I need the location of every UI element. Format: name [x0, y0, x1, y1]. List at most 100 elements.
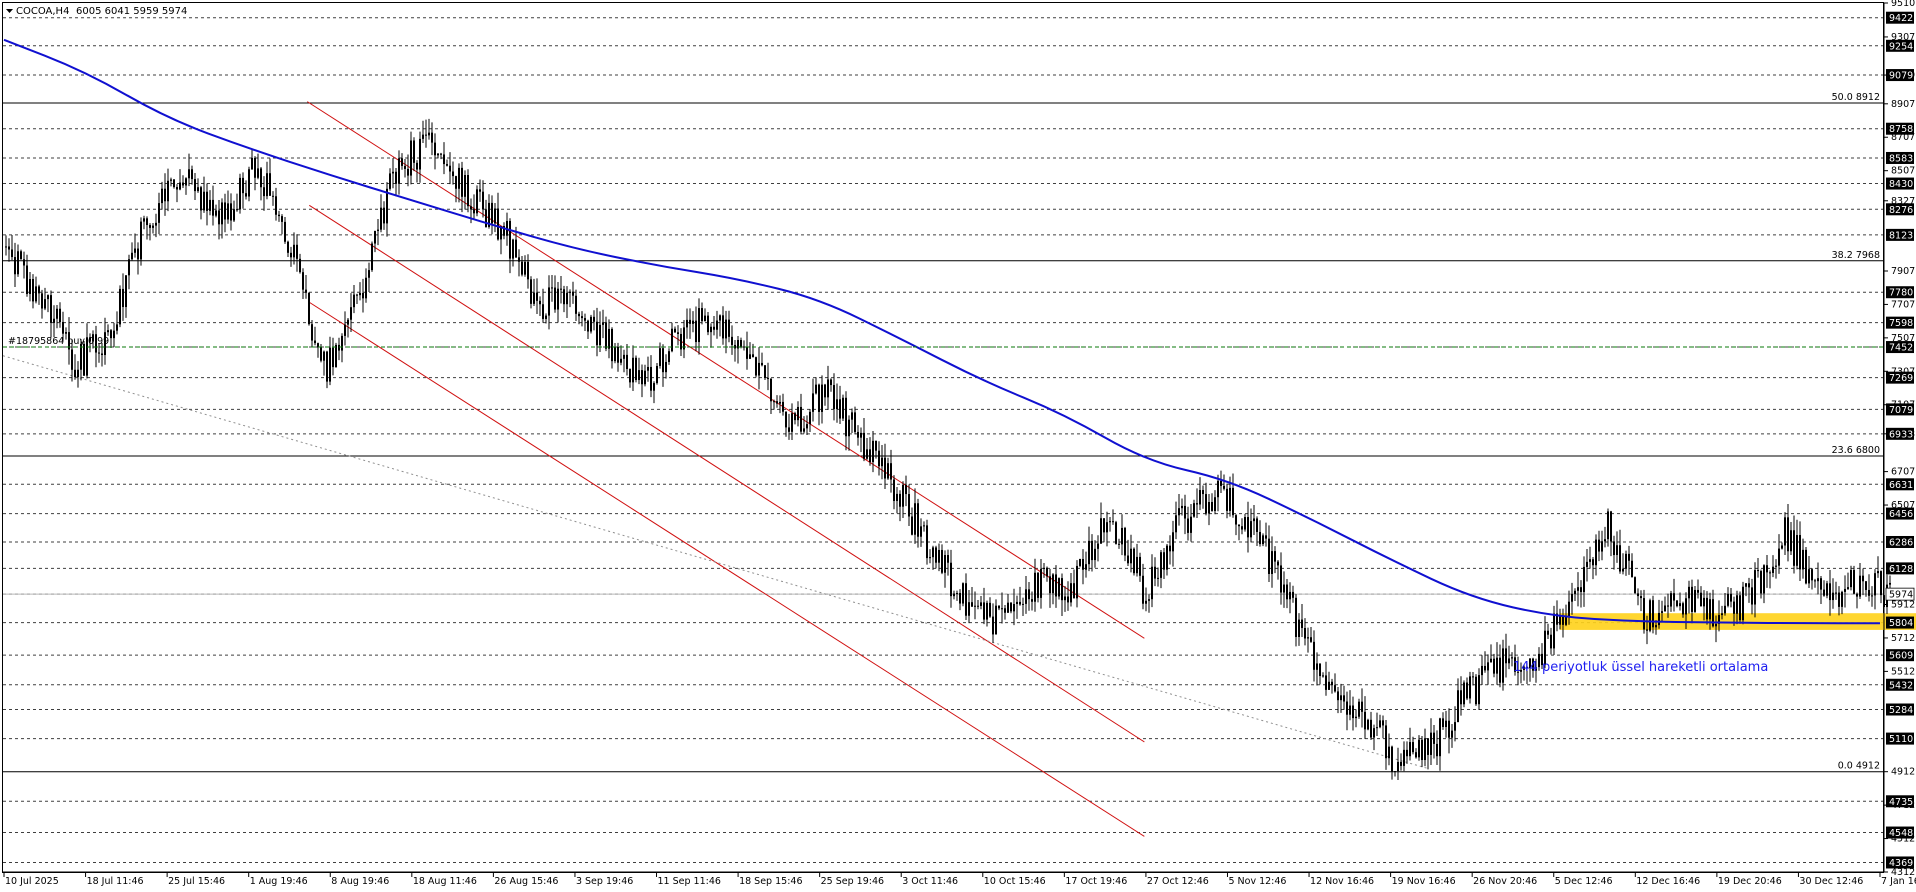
candle-body — [680, 333, 682, 350]
candle-body — [1097, 543, 1099, 549]
candle-body — [1151, 566, 1153, 600]
candle-body — [1280, 565, 1282, 593]
candle-body — [416, 162, 418, 170]
candle-body — [353, 294, 355, 308]
candle-body — [1403, 749, 1405, 766]
candle-body — [1343, 695, 1345, 702]
candle-body — [239, 177, 241, 210]
candle-body — [1811, 569, 1813, 581]
candle-body — [1667, 605, 1669, 607]
candle-body — [860, 432, 862, 438]
candle-body — [617, 346, 619, 363]
candle-body — [386, 188, 388, 224]
candle-body — [812, 393, 814, 412]
candle-body — [803, 428, 805, 432]
candle-body — [1298, 619, 1300, 637]
candle-body — [119, 288, 121, 325]
price-chart[interactable]: 50.0 8912 38.2 7968 23.6 6800 0.0 4912 #187… — [0, 0, 1916, 888]
support-zone[interactable] — [1559, 613, 1916, 630]
candle-body — [1688, 586, 1690, 599]
candle-body — [584, 318, 586, 321]
candle-body — [374, 230, 376, 244]
candle-body — [869, 449, 871, 463]
candle-body — [1142, 575, 1144, 604]
candle-body — [1367, 719, 1369, 730]
candle-body — [458, 167, 460, 189]
price-level-label: 7452 — [1889, 343, 1913, 354]
candle-body — [1502, 648, 1504, 683]
candle-body — [1070, 583, 1072, 603]
candle-body — [524, 261, 526, 275]
candle-body — [1163, 552, 1165, 570]
candle-body — [155, 222, 157, 226]
candle-body — [212, 199, 214, 216]
candle-body — [1511, 657, 1513, 659]
candle-body — [743, 346, 745, 348]
candle-body — [194, 179, 196, 192]
candle-body — [356, 294, 358, 296]
candle-body — [1427, 738, 1429, 755]
candle-body — [650, 366, 652, 391]
candle-body — [692, 320, 694, 324]
candle-body — [1412, 742, 1414, 753]
chart-window[interactable]: 50.0 8912 38.2 7968 23.6 6800 0.0 4912 #187… — [0, 0, 1916, 888]
candle-body — [1439, 718, 1441, 757]
candle-body — [563, 289, 565, 305]
candle-body — [761, 362, 763, 366]
candle-body — [452, 171, 454, 177]
candle-body — [422, 134, 424, 139]
candle-body — [251, 157, 253, 170]
candle-body — [1388, 746, 1390, 759]
candle-body — [887, 463, 889, 479]
price-level-label: 6286 — [1889, 537, 1913, 548]
candle-body — [1043, 567, 1045, 570]
candle-body — [272, 195, 274, 197]
candle-body — [863, 432, 865, 459]
candle-body — [1631, 560, 1633, 578]
candle-body — [1703, 597, 1705, 607]
candle-body — [824, 384, 826, 398]
candle-body — [200, 187, 202, 211]
candle-body — [404, 165, 406, 169]
candle-body — [1553, 613, 1555, 649]
candle-body — [1052, 574, 1054, 594]
candle-body — [1877, 571, 1879, 574]
candle-body — [1658, 612, 1660, 626]
candle-body — [1685, 598, 1687, 615]
price-tick-label: 8907 — [1891, 99, 1915, 110]
price-level-label: 5609 — [1889, 651, 1913, 662]
candle-body — [587, 320, 589, 332]
candle-body — [11, 249, 13, 258]
candle-body — [536, 292, 538, 301]
candle-body — [1145, 600, 1147, 604]
candle-body — [101, 353, 103, 356]
candle-body — [1352, 705, 1354, 719]
candle-body — [260, 168, 262, 188]
price-level-label: 7598 — [1889, 318, 1913, 329]
time-tick-label: 7 Jan 16:46 — [1881, 876, 1916, 887]
candle-body — [740, 339, 742, 347]
candle-body — [1313, 641, 1315, 670]
candle-body — [953, 593, 955, 597]
candle-body — [143, 218, 145, 222]
candle-body — [269, 173, 271, 196]
candle-body — [236, 209, 238, 211]
candle-body — [1250, 521, 1252, 538]
candle-body — [464, 175, 466, 197]
candle-body — [539, 300, 541, 305]
candle-body — [1337, 691, 1339, 701]
candle-body — [128, 259, 130, 276]
candle-body — [1361, 701, 1363, 712]
candle-body — [1187, 518, 1189, 533]
candle-body — [1775, 565, 1777, 567]
candle-body — [683, 327, 685, 350]
candle-body — [722, 315, 724, 339]
candle-body — [1871, 595, 1873, 597]
candle-body — [1283, 584, 1285, 593]
candle-body — [1862, 575, 1864, 582]
candle-body — [221, 202, 223, 225]
candle-body — [407, 168, 409, 176]
candle-body — [158, 203, 160, 223]
candle-body — [1691, 586, 1693, 612]
candle-body — [1592, 559, 1594, 566]
